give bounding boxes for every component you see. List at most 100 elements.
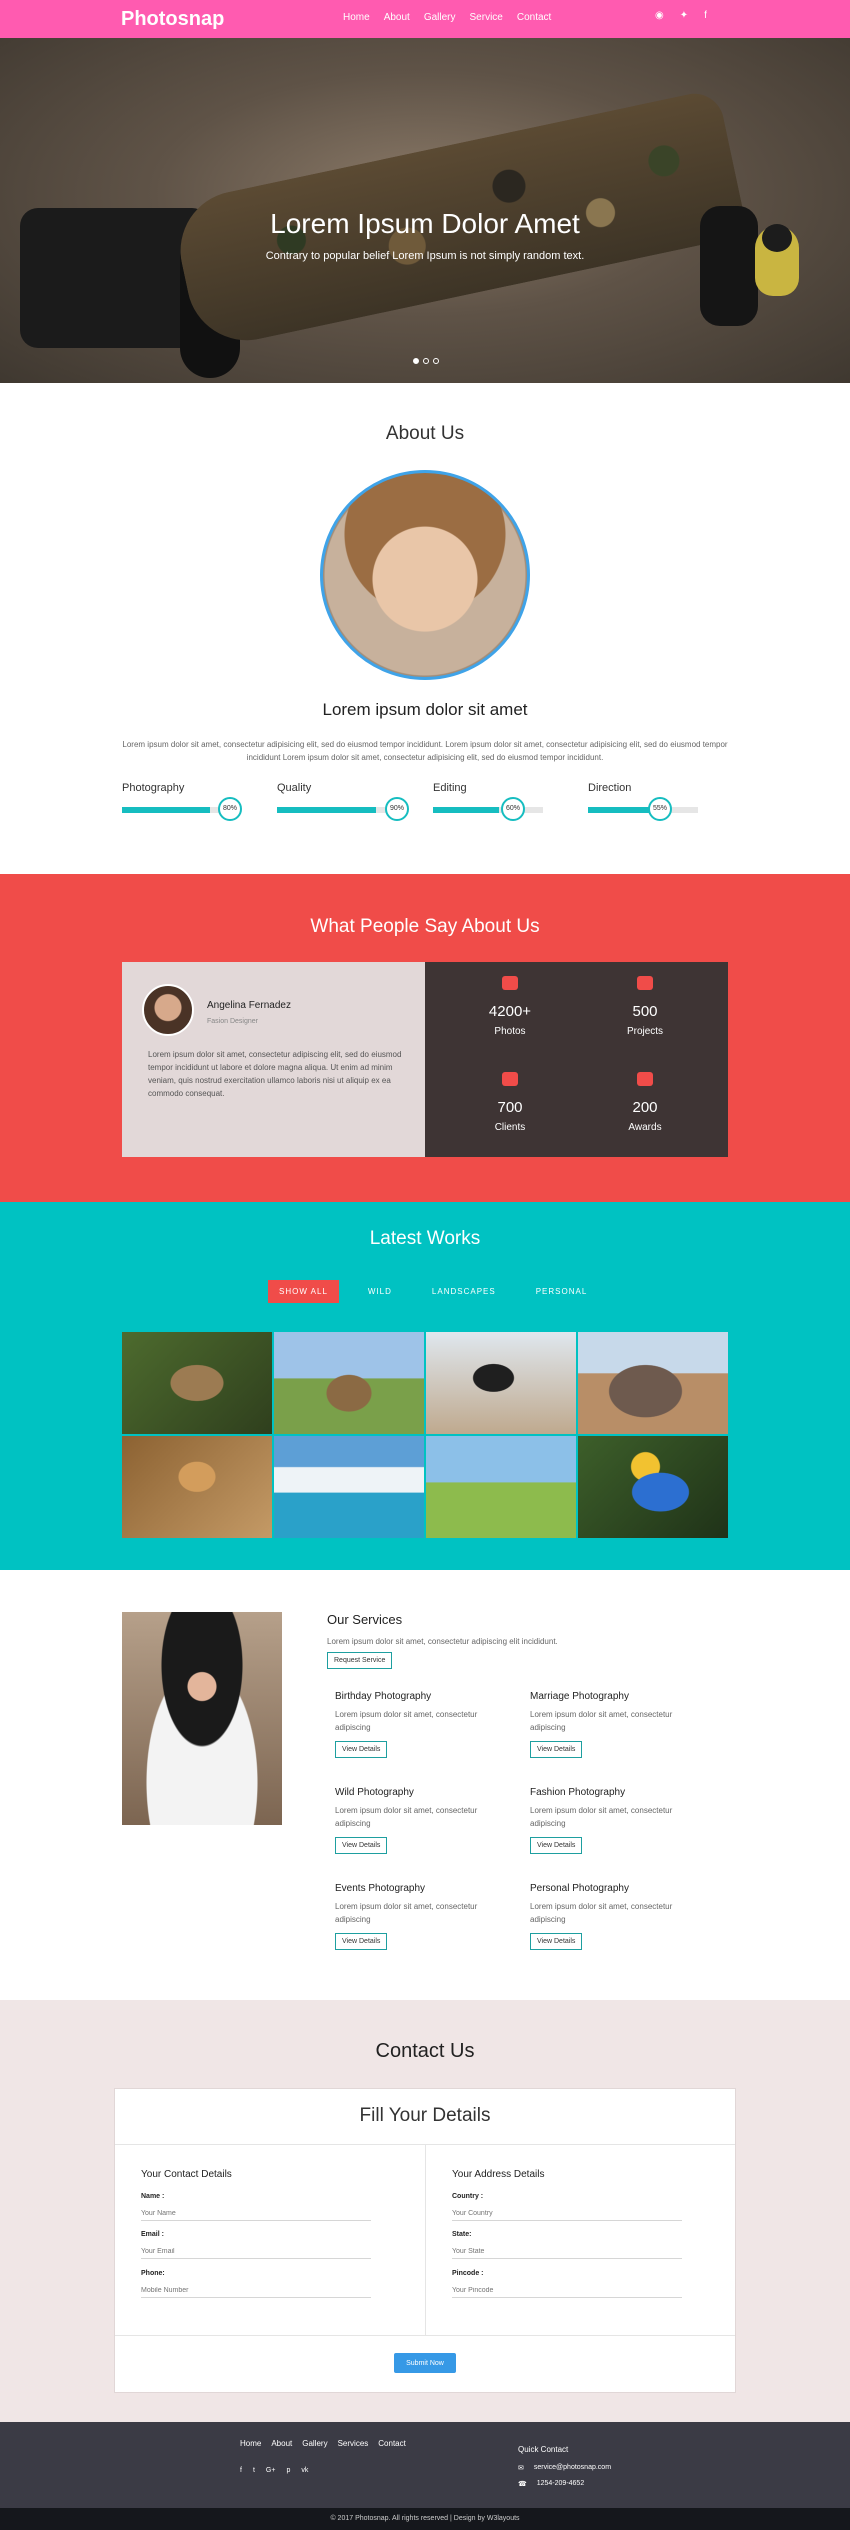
phone-number: 1254-209-4652 — [536, 2480, 585, 2487]
slider-dots — [413, 358, 439, 364]
skill-label: Photography — [122, 782, 185, 794]
rss-icon[interactable]: ◉ — [655, 10, 664, 21]
service-text: Lorem ipsum dolor sit amet, consectetur … — [335, 1902, 478, 1924]
stat-value: 200 — [632, 1099, 658, 1116]
gallery-image-countryside[interactable] — [426, 1436, 576, 1538]
pincode-input[interactable] — [452, 2283, 682, 2298]
stat-photos: 4200+ Photos — [455, 976, 565, 1037]
gallery-image-glacier[interactable] — [274, 1436, 424, 1538]
top-navbar: Photosnap Home About Gallery Service Con… — [0, 0, 850, 38]
footer-contact-link[interactable]: Contact — [378, 2439, 406, 2448]
nav-home-link[interactable]: Home — [343, 12, 370, 23]
filter-show-all[interactable]: SHOW ALL — [268, 1280, 339, 1303]
view-details-button[interactable]: View Details — [335, 1837, 388, 1854]
quick-contact-phone: ☎ 1254-209-4652 — [518, 2480, 584, 2488]
vk-icon[interactable]: vk — [301, 2467, 308, 2474]
form-title: Fill Your Details — [115, 2089, 735, 2145]
service-text: Lorem ipsum dolor sit amet, consectetur … — [530, 1806, 673, 1828]
camera-icon — [502, 976, 518, 990]
filter-personal[interactable]: PERSONAL — [525, 1280, 599, 1303]
facebook-icon[interactable]: f — [704, 10, 707, 21]
skill-fill — [277, 807, 376, 813]
nav-contact-link[interactable]: Contact — [517, 12, 551, 23]
view-details-button[interactable]: View Details — [530, 1741, 583, 1758]
facebook-icon[interactable]: f — [240, 2467, 242, 2474]
skill-track — [277, 807, 387, 813]
reviewer-quote: Lorem ipsum dolor sit amet, consectetur … — [148, 1050, 402, 1098]
works-gallery — [122, 1332, 728, 1538]
stat-value: 500 — [632, 1003, 658, 1020]
gallery-image-elephants[interactable] — [578, 1332, 728, 1434]
state-input[interactable] — [452, 2244, 682, 2259]
skill-percent: 90% — [385, 797, 409, 821]
contact-form: Fill Your Details Your Contact Details N… — [114, 2088, 736, 2393]
latest-works-section: Latest Works SHOW ALL WILD LANDSCAPES PE… — [0, 1202, 850, 1570]
works-title: Latest Works — [369, 1228, 481, 1249]
nav-gallery-link[interactable]: Gallery — [424, 12, 456, 23]
about-text: Lorem ipsum dolor sit amet, consectetur … — [122, 740, 728, 762]
service-events-title: Events Photography — [335, 1883, 426, 1894]
service-fashion-title: Fashion Photography — [530, 1787, 626, 1798]
slider-dot-3[interactable] — [433, 358, 439, 364]
gallery-image-deer[interactable] — [274, 1332, 424, 1434]
gallery-image-butterfly[interactable] — [122, 1436, 272, 1538]
slider-dot-2[interactable] — [423, 358, 429, 364]
request-service-button[interactable]: Request Service — [327, 1652, 393, 1669]
gallery-image-woman-camera[interactable] — [426, 1332, 576, 1434]
twitter-icon[interactable]: t — [253, 2467, 255, 2474]
testimonial-title: What People Say About Us — [310, 916, 540, 937]
skill-track — [433, 807, 543, 813]
email-input[interactable] — [141, 2244, 371, 2259]
email-link[interactable]: service@photosnap.com — [534, 2464, 611, 2472]
skill-fill — [122, 807, 210, 813]
view-details-button[interactable]: View Details — [530, 1837, 583, 1854]
testimonial-section: What People Say About Us Angelina Fernad… — [0, 874, 850, 1202]
services-image — [122, 1612, 282, 1825]
footer-services-link[interactable]: Services — [338, 2439, 369, 2448]
brand-logo[interactable]: Photosnap — [121, 8, 224, 31]
skill-track — [122, 807, 232, 813]
stat-label: Photos — [494, 1026, 526, 1037]
pinterest-icon[interactable]: p — [286, 2467, 290, 2474]
about-title: About Us — [385, 423, 465, 444]
filter-landscapes[interactable]: LANDSCAPES — [421, 1280, 507, 1303]
gallery-image-owl[interactable] — [122, 1332, 272, 1434]
name-input[interactable] — [141, 2206, 371, 2221]
nav-service-link[interactable]: Service — [470, 12, 503, 23]
view-details-button[interactable]: View Details — [530, 1933, 583, 1950]
contact-section: Contact Us Fill Your Details Your Contac… — [0, 2000, 850, 2422]
copyright: © 2017 Photosnap. All rights reserved | … — [0, 2508, 850, 2530]
quick-contact-email: ✉ service@photosnap.com — [518, 2464, 611, 2472]
phone-input[interactable] — [141, 2283, 371, 2298]
skill-percent: 60% — [501, 797, 525, 821]
hero-title: Lorem Ipsum Dolor Amet — [270, 208, 580, 239]
row-divider — [115, 2335, 735, 2336]
country-label: Country : — [452, 2193, 484, 2200]
skill-label: Editing — [433, 782, 467, 794]
footer-about-link[interactable]: About — [271, 2439, 292, 2448]
stat-projects: 500 Projects — [590, 976, 700, 1037]
view-details-button[interactable]: View Details — [335, 1933, 388, 1950]
view-details-button[interactable]: View Details — [335, 1741, 388, 1758]
reviewer-name: Angelina Fernadez — [207, 1000, 291, 1011]
name-label: Name : — [141, 2193, 165, 2200]
envelope-icon: ✉ — [518, 2465, 524, 2472]
twitter-icon[interactable]: ✦ — [680, 10, 688, 21]
nav-about-link[interactable]: About — [384, 12, 410, 23]
skill-photography: Photography 80% — [122, 782, 252, 821]
services-desc: Lorem ipsum dolor sit amet, consectetur … — [327, 1637, 558, 1646]
footer-gallery-link[interactable]: Gallery — [302, 2439, 327, 2448]
stat-awards: 200 Awards — [590, 1072, 700, 1133]
google-plus-icon[interactable]: G+ — [266, 2467, 276, 2474]
stat-value: 700 — [497, 1099, 523, 1116]
gallery-image-parrot[interactable] — [578, 1436, 728, 1538]
about-avatar — [320, 470, 530, 680]
skill-fill — [588, 807, 649, 813]
footer-home-link[interactable]: Home — [240, 2439, 261, 2448]
slider-dot-1[interactable] — [413, 358, 419, 364]
filter-wild[interactable]: WILD — [357, 1280, 403, 1303]
country-input[interactable] — [452, 2206, 682, 2221]
skill-quality: Quality 90% — [277, 782, 409, 821]
submit-button[interactable]: Submit Now — [394, 2353, 456, 2373]
skill-direction: Direction 55% — [588, 782, 718, 821]
